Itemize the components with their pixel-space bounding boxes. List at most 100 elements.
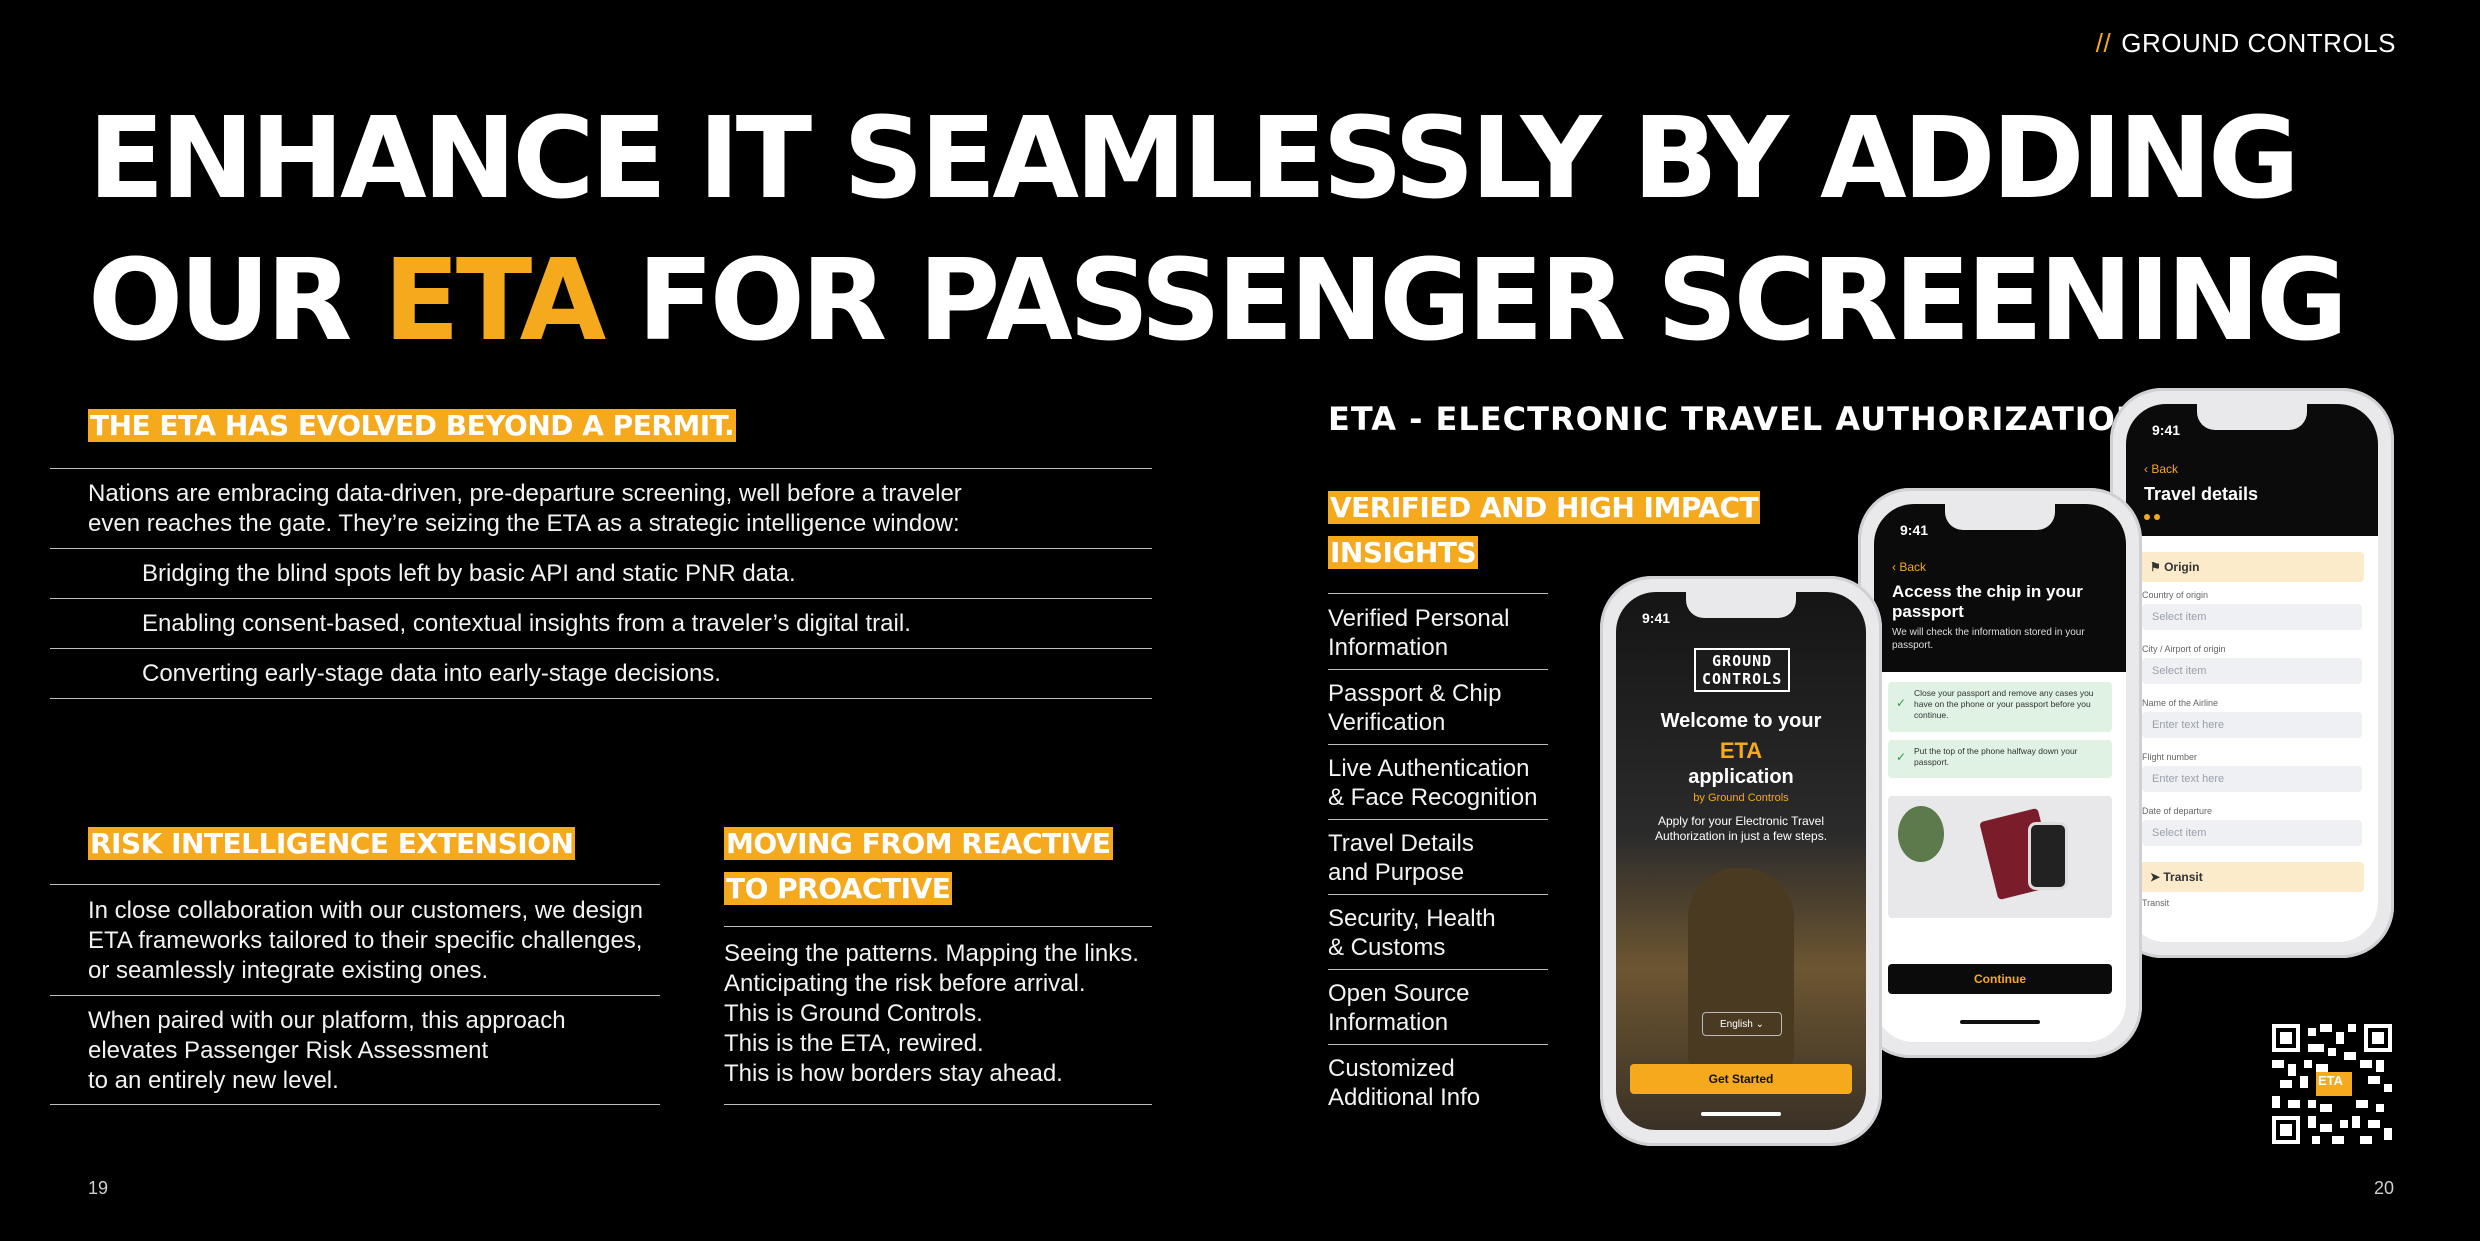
eta-subtitle-wrap: VERIFIED AND HIGH IMPACT INSIGHTS	[1328, 488, 1761, 578]
section1-intro-line1: Nations are embracing data-driven, pre-d…	[88, 480, 962, 507]
field-label: Transit	[2142, 898, 2170, 908]
divider	[50, 648, 1152, 649]
section2-paragraph-1: In close collaboration with our customer…	[88, 896, 643, 986]
divider	[1328, 744, 1548, 745]
screen-title: Travel details	[2144, 484, 2259, 504]
eta-item-travel: Travel Details and Purpose	[1328, 829, 1474, 887]
airline-input[interactable]: Enter text here	[2142, 712, 2362, 738]
brand-slashes: //	[2095, 28, 2112, 58]
phone-notch	[2196, 404, 2308, 430]
headline-accent-eta: ETA	[383, 236, 606, 366]
divider	[1328, 819, 1548, 820]
brand-name: GROUND CONTROLS	[2121, 28, 2396, 58]
check-icon: ✓	[1896, 696, 1907, 710]
departure-date-select[interactable]: Select item	[2142, 820, 2362, 846]
page-number-left: 19	[88, 1178, 109, 1198]
section3-line: This is the ETA, rewired.	[724, 1030, 984, 1057]
eta-item-line: Customized	[1328, 1055, 1455, 1082]
section2-p1-line: ETA frameworks tailored to their specifi…	[88, 927, 643, 954]
field-label: Country of origin	[2142, 590, 2209, 600]
eta-item-personal: Verified Personal Information	[1328, 604, 1509, 662]
back-link[interactable]: ‹ Back	[2144, 462, 2178, 476]
check-text: Put the top of the phone halfway down yo…	[1914, 746, 2078, 767]
brand-mark: // GROUND CONTROLS	[2096, 28, 2396, 59]
field-label: Name of the Airline	[2142, 698, 2219, 708]
status-time: 9:41	[2152, 422, 2181, 438]
section3-line: This is how borders stay ahead.	[724, 1060, 1063, 1087]
section2-paragraph-2: When paired with our platform, this appr…	[88, 1006, 566, 1096]
divider	[50, 548, 1152, 549]
section1-intro: Nations are embracing data-driven, pre-d…	[88, 479, 962, 539]
welcome-by: by Ground Controls	[1693, 792, 1789, 804]
phone-notch	[1686, 592, 1796, 618]
section2-p2-line: to an entirely new level.	[88, 1067, 339, 1094]
eta-item-line: Security, Health	[1328, 905, 1496, 932]
welcome-application: application	[1688, 766, 1794, 788]
divider	[50, 1104, 660, 1105]
eta-item-osint: Open Source Information	[1328, 979, 1469, 1037]
status-time: 9:41	[1642, 610, 1671, 626]
country-origin-select[interactable]: Select item	[2142, 604, 2362, 630]
divider	[1328, 669, 1548, 670]
passport-illustration	[1888, 796, 2112, 918]
section3-title-wrap: MOVING FROM REACTIVE TO PROACTIVE	[724, 824, 1113, 914]
section3-line: Anticipating the risk before arrival.	[724, 970, 1086, 997]
eta-item-live-auth: Live Authentication & Face Recognition	[1328, 754, 1537, 812]
page-number-right: 20	[2373, 1178, 2394, 1198]
section2-p1-line: In close collaboration with our customer…	[88, 897, 643, 924]
qr-code[interactable]: ETA	[2272, 1024, 2392, 1144]
eta-subtitle-line2: INSIGHTS	[1328, 536, 1479, 569]
flight-number-input[interactable]: Enter text here	[2142, 766, 2362, 792]
section2-title: RISK INTELLIGENCE EXTENSION	[88, 827, 576, 860]
get-started-button[interactable]: Get Started	[1630, 1064, 1852, 1094]
eta-item-line: and Purpose	[1328, 859, 1465, 886]
field-label: Date of departure	[2142, 806, 2213, 816]
section2-title-wrap: RISK INTELLIGENCE EXTENSION	[88, 824, 576, 864]
continue-button[interactable]: Continue	[1888, 964, 2112, 994]
screen-desc: We will check the information stored in …	[1892, 627, 2085, 651]
section1-intro-line2: even reaches the gate. They’re seizing t…	[88, 510, 960, 537]
eta-item-line: Verified Personal	[1328, 605, 1510, 632]
back-link[interactable]: ‹ Back	[1892, 560, 1926, 574]
phone-notch	[1944, 504, 2056, 530]
home-indicator	[1701, 1112, 1781, 1116]
logo-line: CONTROLS	[1702, 670, 1783, 688]
phone-screen: 9:41 ‹ Back Travel details ⚑ Origin Coun…	[2126, 404, 2378, 942]
eta-item-line: & Face Recognition	[1328, 784, 1538, 811]
back-label: Back	[2151, 462, 2179, 476]
phone-passport-chip: 9:41 ‹ Back Access the chip in your pass…	[1858, 488, 2142, 1058]
eta-title: ETA - ELECTRONIC TRAVEL AUTHORIZATION	[1328, 400, 2144, 438]
divider	[724, 1104, 1152, 1105]
eta-item-line: Information	[1328, 1009, 1449, 1036]
divider	[50, 995, 660, 996]
section3-text: Seeing the patterns. Mapping the links. …	[724, 939, 1139, 1089]
eta-item-line: Information	[1328, 634, 1449, 661]
divider	[1328, 593, 1548, 594]
section2-p2-line: When paired with our platform, this appr…	[88, 1007, 566, 1034]
logo-line: GROUND	[1712, 652, 1773, 670]
eta-item-passport: Passport & Chip Verification	[1328, 679, 1501, 737]
divider	[50, 698, 1152, 699]
divider	[1328, 1044, 1548, 1045]
headline-line2-after: FOR PASSENGER SCREENING	[602, 236, 2348, 366]
transit-label: Transit	[2163, 870, 2203, 884]
headline-line2-before: OUR	[88, 236, 384, 366]
divider	[1328, 969, 1548, 970]
divider	[50, 468, 1152, 469]
headline-line2: OUR ETA FOR PASSENGER SCREENING	[88, 230, 2348, 372]
headline-line1: ENHANCE IT SEAMLESSLY BY ADDING	[88, 94, 2300, 224]
section3-line: Seeing the patterns. Mapping the links.	[724, 940, 1139, 967]
language-select[interactable]: English ⌄	[1702, 1012, 1782, 1036]
check-item: ✓ Close your passport and remove any cas…	[1888, 682, 2112, 732]
eta-item-line: & Customs	[1328, 934, 1446, 961]
eta-item-line: Passport & Chip	[1328, 680, 1502, 707]
check-text: Close your passport and remove any cases…	[1914, 688, 2094, 720]
welcome-eta: ETA	[1719, 738, 1763, 763]
status-time: 9:41	[1900, 522, 1929, 538]
back-label: Back	[1899, 560, 1927, 574]
section1-bullet-3: Converting early-stage data into early-s…	[142, 660, 721, 687]
progress-dot	[2154, 514, 2160, 520]
city-origin-select[interactable]: Select item	[2142, 658, 2362, 684]
divider	[724, 926, 1152, 927]
welcome-desc: Apply for your Electronic Travel Authori…	[1654, 814, 1828, 843]
